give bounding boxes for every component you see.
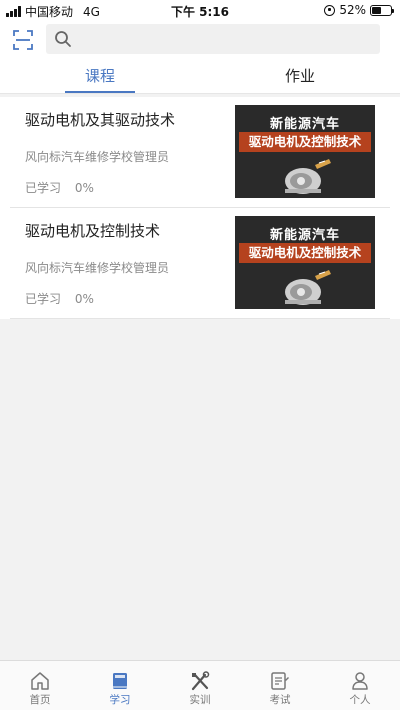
motor-image: [285, 159, 331, 194]
book-icon: [113, 673, 127, 689]
course-progress: 已学习 0%: [25, 290, 94, 307]
course-title: 驱动电机及控制技术: [25, 222, 161, 240]
nav-label: 考试: [269, 694, 291, 706]
nav-exam[interactable]: 考试: [240, 661, 320, 710]
status-bar: 中国移动 4G 下午 5:16 52%: [0, 0, 400, 20]
bottom-nav: 首页 学习 实训 考试 个人: [0, 660, 400, 710]
home-icon: [31, 672, 49, 690]
course-item[interactable]: 驱动电机及其驱动技术 风向标汽车维修学校管理员 已学习 0% 新能源汽车 驱动电…: [10, 97, 390, 208]
tab-bar: 课程 作业: [0, 60, 400, 94]
scan-icon[interactable]: [12, 29, 34, 51]
thumbnail-subtitle: 驱动电机及控制技术: [239, 132, 371, 152]
course-author: 风向标汽车维修学校管理员: [25, 150, 170, 164]
tab-homework[interactable]: 作业: [200, 60, 400, 94]
course-thumbnail: 新能源汽车 驱动电机及控制技术: [235, 216, 375, 309]
progress-value: 0%: [74, 292, 94, 306]
course-progress: 已学习 0%: [25, 179, 94, 196]
person-icon: [352, 672, 368, 690]
progress-label: 已学习: [25, 181, 62, 195]
progress-label: 已学习: [25, 292, 62, 306]
course-author: 风向标汽车维修学校管理员: [25, 261, 170, 275]
course-title: 驱动电机及其驱动技术: [25, 111, 176, 129]
status-right: 52%: [324, 3, 394, 17]
course-thumbnail: 新能源汽车 驱动电机及控制技术: [235, 105, 375, 198]
course-item[interactable]: 驱动电机及控制技术 风向标汽车维修学校管理员 已学习 0% 新能源汽车 驱动电机…: [10, 208, 390, 319]
nav-label: 实训: [189, 694, 211, 706]
rotation-lock-icon: [324, 4, 336, 16]
nav-label: 首页: [29, 694, 51, 706]
search-icon: [55, 31, 71, 47]
battery-icon: [370, 4, 394, 16]
exam-icon: [271, 672, 289, 690]
nav-label: 个人: [349, 694, 371, 706]
nav-profile[interactable]: 个人: [320, 661, 400, 710]
battery-fill: [372, 6, 382, 14]
tab-course[interactable]: 课程: [0, 60, 200, 94]
progress-value: 0%: [74, 181, 94, 195]
nav-study[interactable]: 学习: [80, 661, 160, 710]
tools-icon: [191, 671, 210, 691]
thumbnail-title: 新能源汽车: [269, 228, 340, 243]
search-input[interactable]: [46, 24, 380, 54]
nav-label: 学习: [109, 694, 131, 706]
course-list: 驱动电机及其驱动技术 风向标汽车维修学校管理员 已学习 0% 新能源汽车 驱动电…: [0, 97, 400, 319]
motor-image: [285, 270, 331, 305]
header: [0, 20, 400, 60]
nav-home[interactable]: 首页: [0, 661, 80, 710]
battery-percent: 52%: [339, 3, 366, 17]
nav-training[interactable]: 实训: [160, 661, 240, 710]
thumbnail-title: 新能源汽车: [269, 117, 340, 132]
thumbnail-subtitle: 驱动电机及控制技术: [239, 243, 371, 263]
active-tab-indicator: [65, 91, 135, 93]
